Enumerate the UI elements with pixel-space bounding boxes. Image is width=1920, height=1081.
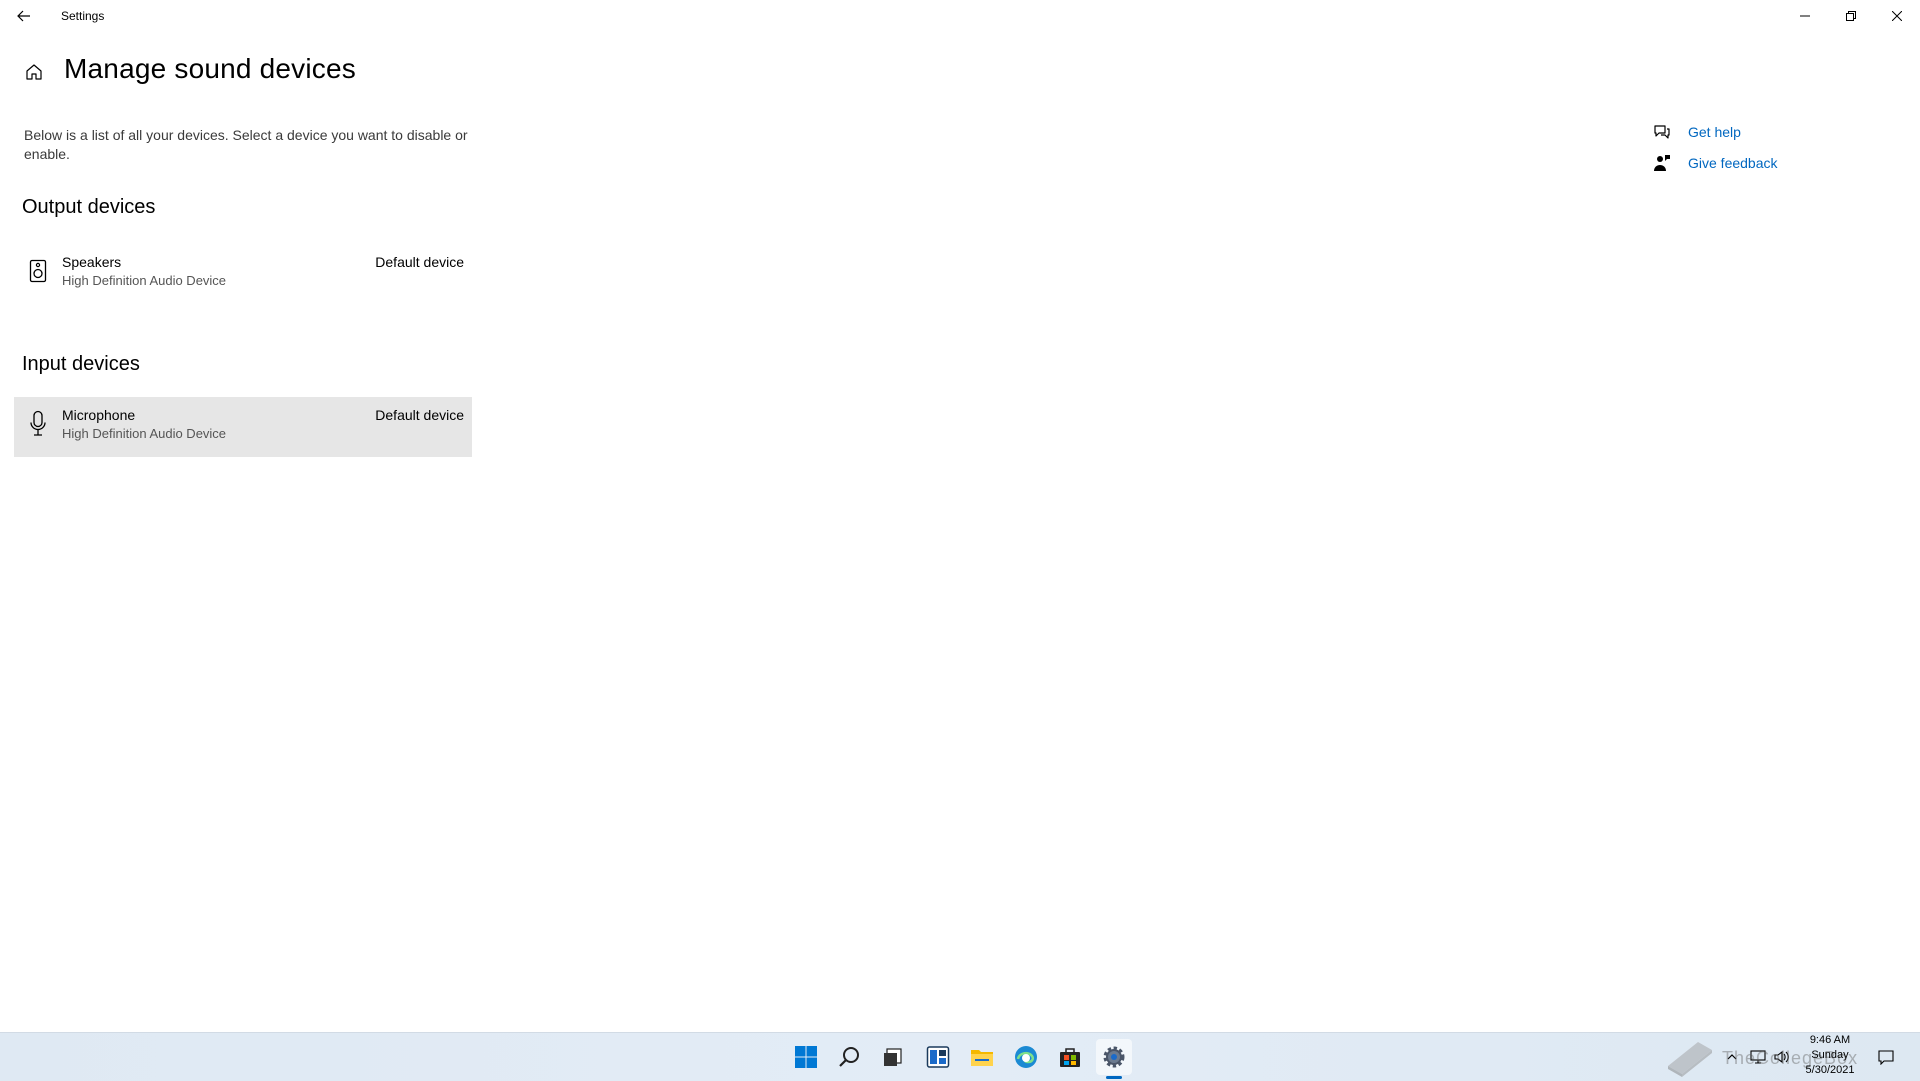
device-subtitle: High Definition Audio Device: [62, 426, 227, 441]
task-view-icon: [884, 1048, 902, 1066]
start-icon: [795, 1046, 817, 1068]
microphone-icon: [26, 409, 50, 439]
back-arrow-icon: [17, 10, 30, 22]
clock-day: Sunday: [1811, 1049, 1849, 1061]
input-devices-heading: Input devices: [22, 353, 140, 375]
close-icon: [1892, 11, 1902, 21]
chat-help-icon: [1652, 122, 1672, 142]
output-devices-heading: Output devices: [22, 196, 156, 218]
clock-date: 5/30/2021: [1805, 1064, 1855, 1076]
home-icon: [26, 64, 42, 80]
minimize-button[interactable]: [1782, 0, 1828, 32]
search-icon: [839, 1047, 859, 1067]
window-title: Settings: [61, 9, 105, 23]
settings-button[interactable]: [1096, 1039, 1132, 1075]
device-status: Default device: [375, 254, 464, 270]
start-button[interactable]: [788, 1039, 824, 1075]
restore-icon: [1846, 11, 1856, 21]
title-bar: Settings: [0, 0, 1920, 32]
restore-button[interactable]: [1828, 0, 1874, 32]
speaker-icon: [26, 256, 50, 286]
task-view-button[interactable]: [875, 1039, 911, 1075]
edge-icon: [1015, 1046, 1037, 1068]
back-button[interactable]: [10, 4, 38, 28]
widgets-icon: [926, 1046, 950, 1068]
get-help-link[interactable]: Get help: [1652, 116, 1778, 147]
page-title: Manage sound devices: [64, 53, 356, 84]
active-app-indicator: [1106, 1076, 1122, 1079]
file-explorer-icon: [971, 1050, 993, 1066]
book-icon: [1668, 1042, 1712, 1077]
clock[interactable]: 9:46 AM Sunday 5/30/2021: [1795, 1032, 1865, 1081]
close-button[interactable]: [1874, 0, 1920, 32]
edge-button[interactable]: [1008, 1039, 1044, 1075]
file-explorer-button[interactable]: [964, 1039, 1000, 1075]
device-row-microphone[interactable]: Microphone High Definition Audio Device …: [14, 397, 472, 457]
help-panel: Get help Give feedback: [1652, 116, 1778, 178]
widgets-button[interactable]: [920, 1039, 956, 1075]
give-feedback-label[interactable]: Give feedback: [1688, 155, 1778, 171]
device-name: Microphone: [62, 407, 136, 423]
taskbar: [0, 1032, 1920, 1081]
feedback-icon: [1652, 153, 1672, 173]
minimize-icon: [1800, 15, 1810, 17]
device-name: Speakers: [62, 254, 122, 270]
device-row-speakers[interactable]: Speakers High Definition Audio Device De…: [14, 244, 472, 304]
device-subtitle: High Definition Audio Device: [62, 273, 227, 288]
store-button[interactable]: [1052, 1039, 1088, 1075]
search-button[interactable]: [832, 1039, 868, 1075]
clock-time: 9:46 AM: [1809, 1034, 1851, 1046]
page-description: Below is a list of all your devices. Sel…: [24, 127, 468, 162]
give-feedback-link[interactable]: Give feedback: [1652, 147, 1778, 178]
notifications-button[interactable]: [1878, 1033, 1894, 1081]
settings-icon: [1103, 1046, 1125, 1068]
notification-icon: [1878, 1050, 1894, 1065]
device-status: Default device: [375, 407, 464, 423]
get-help-label[interactable]: Get help: [1688, 124, 1741, 140]
home-button[interactable]: [22, 60, 46, 84]
store-icon: [1060, 1048, 1080, 1067]
